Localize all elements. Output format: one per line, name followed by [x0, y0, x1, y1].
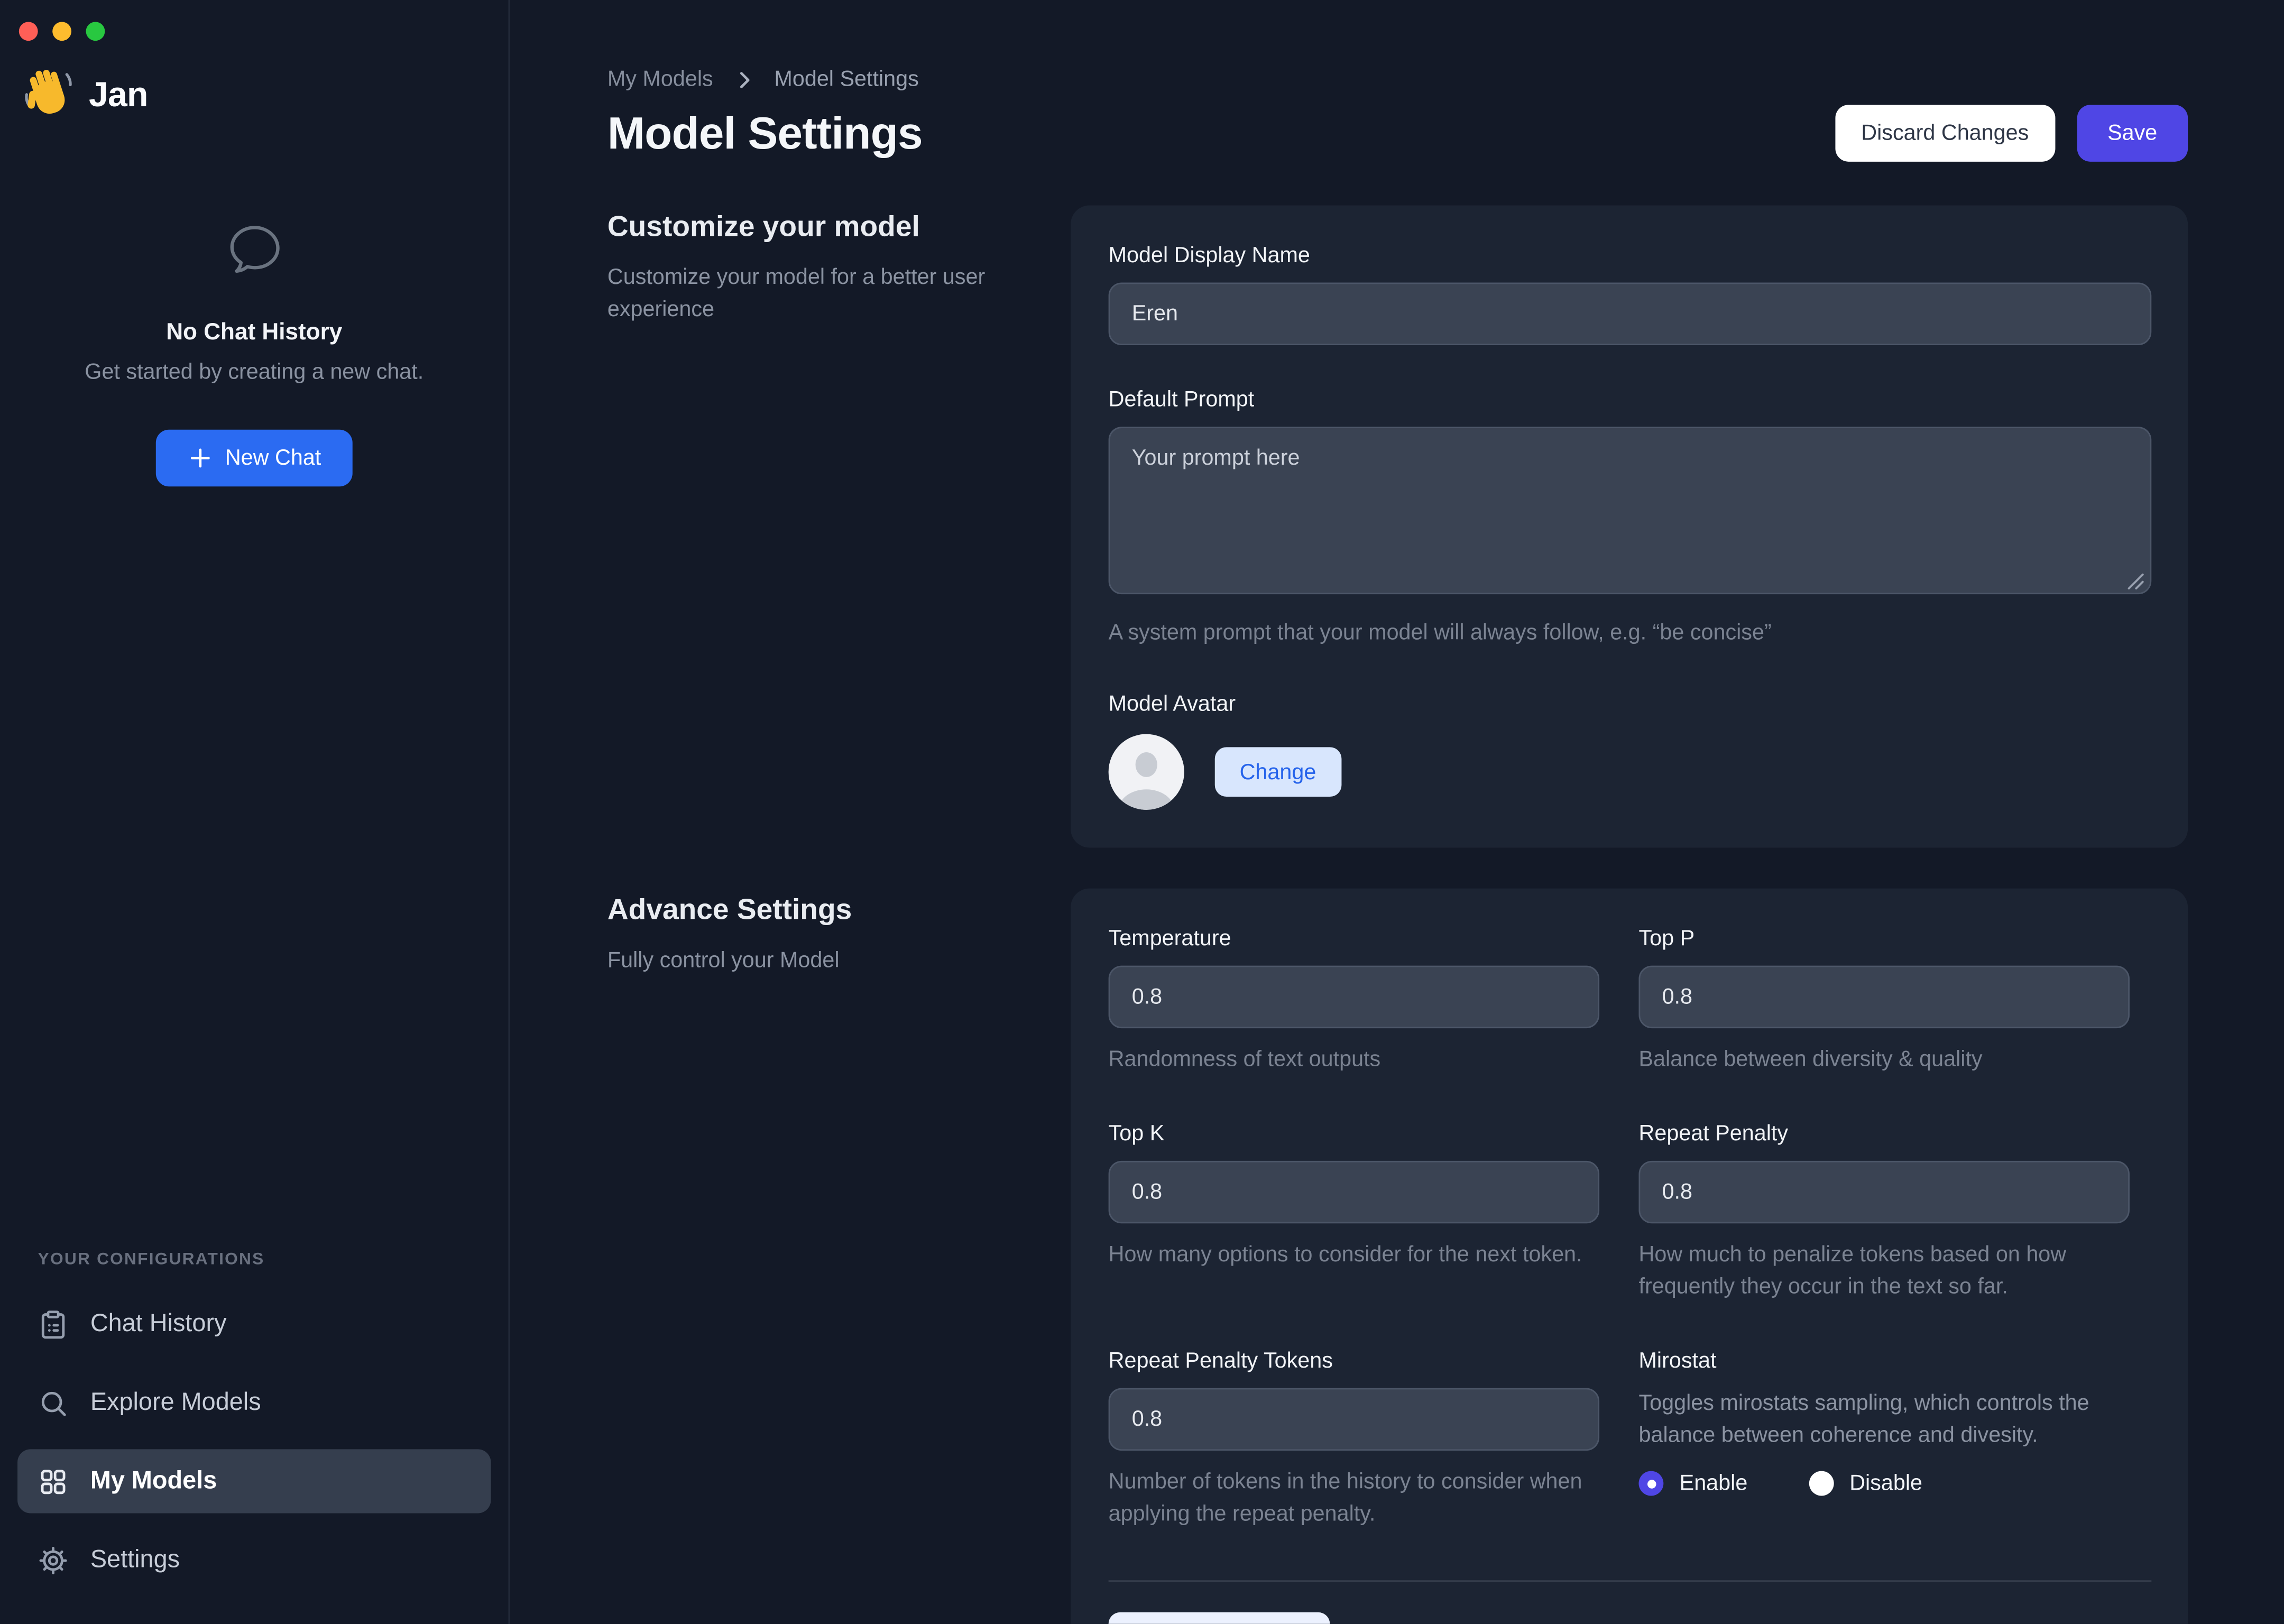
- advance-section: Advance Settings Fully control your Mode…: [607, 889, 2188, 1624]
- discard-changes-button[interactable]: Discard Changes: [1835, 105, 2055, 161]
- change-avatar-button[interactable]: Change: [1215, 747, 1341, 797]
- model-avatar-image: [1109, 734, 1184, 810]
- radio-selected-icon: [1638, 1471, 1663, 1496]
- search-icon: [38, 1387, 69, 1418]
- zoom-window-button[interactable]: [86, 22, 105, 41]
- gear-icon: [38, 1545, 69, 1575]
- default-prompt-textarea[interactable]: [1109, 427, 2152, 594]
- sidebar-item-chat-history[interactable]: Chat History: [17, 1292, 491, 1356]
- plus-icon: [187, 446, 212, 470]
- default-prompt-label: Default Prompt: [1109, 387, 2152, 412]
- clipboard-icon: [38, 1308, 69, 1339]
- sidebar-item-label: Settings: [90, 1545, 180, 1574]
- mirostat-label: Mirostat: [1638, 1349, 2129, 1373]
- sidebar-item-settings[interactable]: Settings: [17, 1528, 491, 1592]
- new-chat-button[interactable]: New Chat: [155, 430, 353, 486]
- repeat-penalty-field: Repeat Penalty How much to penalize toke…: [1638, 1121, 2129, 1303]
- advance-description: Fully control your Model: [607, 945, 1027, 977]
- advance-heading: Advance Settings: [607, 889, 1027, 928]
- mirostat-enable-radio[interactable]: Enable: [1638, 1471, 1747, 1496]
- reset-to-default-button[interactable]: Reset to Default: [1109, 1612, 1331, 1624]
- customize-heading: Customize your model: [607, 205, 1027, 244]
- repeat-penalty-input[interactable]: [1638, 1161, 2129, 1223]
- empty-state-subtitle: Get started by creating a new chat.: [85, 360, 423, 385]
- close-window-button[interactable]: [19, 22, 38, 41]
- breadcrumb-current: Model Settings: [774, 67, 918, 92]
- main-content: My Models Model Settings Model Settings …: [510, 0, 2284, 1624]
- chevron-right-icon: [732, 68, 756, 91]
- customize-panel: Model Display Name Default Prompt A syst…: [1071, 205, 2188, 847]
- model-avatar-label: Model Avatar: [1109, 692, 2152, 717]
- customize-description: Customize your model for a better user e…: [607, 262, 1027, 326]
- customize-section: Customize your model Customize your mode…: [607, 205, 2188, 847]
- repeat-penalty-tokens-field: Repeat Penalty Tokens Number of tokens i…: [1109, 1349, 1599, 1530]
- breadcrumb: My Models Model Settings: [607, 67, 2188, 92]
- top-k-input[interactable]: [1109, 1161, 1599, 1223]
- mirostat-field: Mirostat Toggles mirostats sampling, whi…: [1638, 1349, 2129, 1530]
- advance-panel: Temperature Randomness of text outputs T…: [1071, 889, 2188, 1624]
- header-actions: Discard Changes Save: [1835, 105, 2188, 161]
- window-controls: [0, 17, 509, 41]
- sidebar-nav: YOUR CONFIGURATIONS Chat History: [0, 1251, 509, 1592]
- sidebar-item-label: Explore Models: [90, 1388, 261, 1417]
- grid-icon: [38, 1466, 69, 1497]
- empty-state-title: No Chat History: [166, 320, 342, 347]
- sidebar-item-my-models[interactable]: My Models: [17, 1449, 491, 1513]
- temperature-field: Temperature Randomness of text outputs: [1109, 926, 1599, 1076]
- temperature-input[interactable]: [1109, 966, 1599, 1028]
- breadcrumb-parent[interactable]: My Models: [607, 67, 713, 92]
- top-p-field: Top P Balance between diversity & qualit…: [1638, 926, 2129, 1076]
- sidebar: Jan No Chat History Get started by creat…: [0, 0, 510, 1624]
- radio-unselected-icon: [1809, 1471, 1834, 1496]
- app-window: Jan No Chat History Get started by creat…: [0, 0, 2284, 1624]
- save-button[interactable]: Save: [2077, 105, 2188, 161]
- app-logo: Jan: [0, 41, 509, 127]
- top-p-input[interactable]: [1638, 966, 2129, 1028]
- minimize-window-button[interactable]: [52, 22, 71, 41]
- model-display-name-input[interactable]: [1109, 282, 2152, 345]
- default-prompt-helper: A system prompt that your model will alw…: [1109, 617, 2152, 650]
- sidebar-item-explore-models[interactable]: Explore Models: [17, 1371, 491, 1435]
- app-name: Jan: [89, 75, 148, 116]
- top-k-field: Top K How many options to consider for t…: [1109, 1121, 1599, 1303]
- mirostat-disable-radio[interactable]: Disable: [1809, 1471, 1922, 1496]
- waving-hand-icon: [21, 64, 76, 126]
- chat-history-empty-state: No Chat History Get started by creating …: [0, 220, 509, 486]
- page-title: Model Settings: [607, 107, 923, 159]
- panel-divider: [1109, 1580, 2152, 1582]
- mirostat-description: Toggles mirostats sampling, which contro…: [1638, 1388, 2129, 1452]
- chat-bubble-icon: [224, 220, 285, 288]
- sidebar-item-label: My Models: [90, 1466, 217, 1496]
- configurations-section-label: YOUR CONFIGURATIONS: [17, 1251, 491, 1269]
- sidebar-item-label: Chat History: [90, 1309, 227, 1339]
- repeat-penalty-tokens-input[interactable]: [1109, 1388, 1599, 1451]
- model-display-name-label: Model Display Name: [1109, 243, 2152, 268]
